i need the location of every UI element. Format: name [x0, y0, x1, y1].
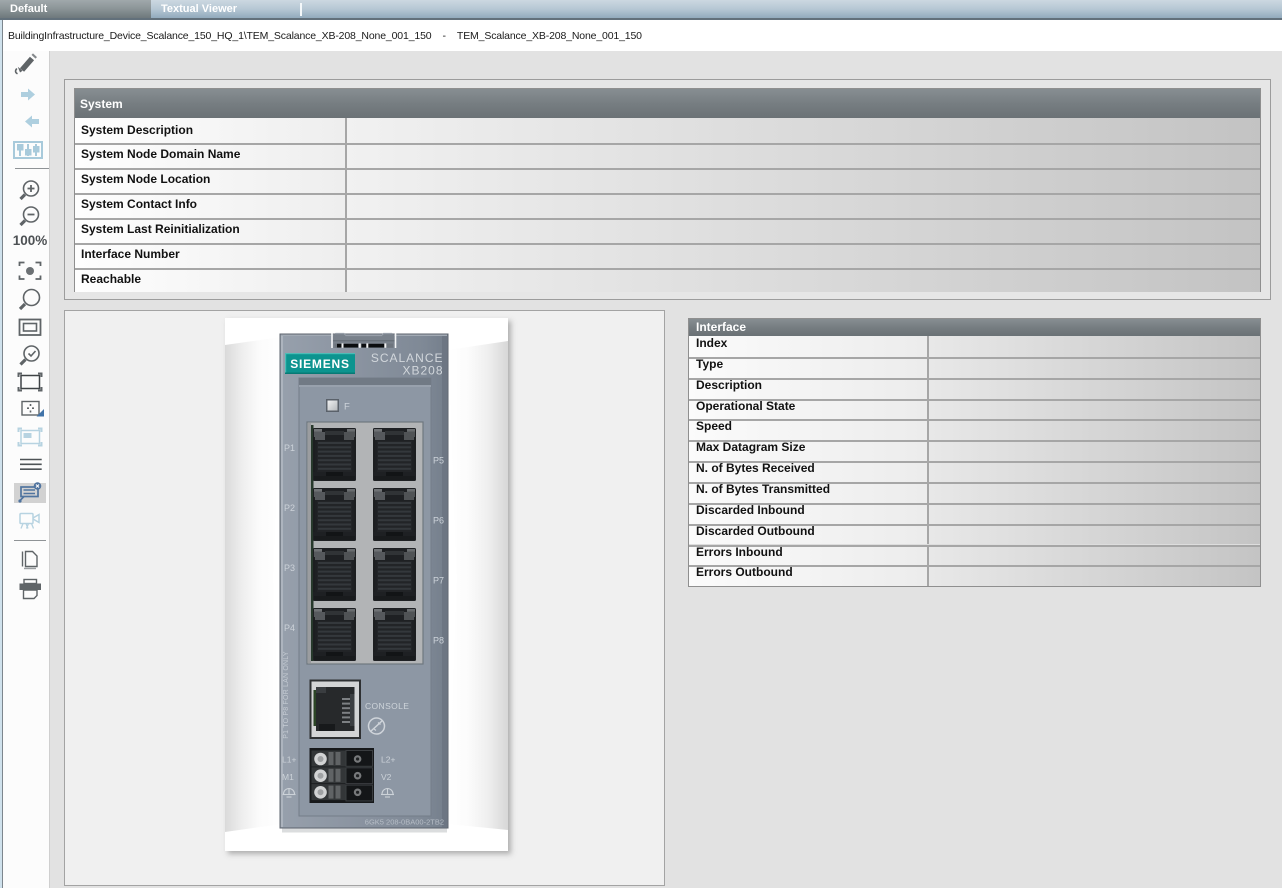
svg-text:6GK5 208-0BA00-2TB2: 6GK5 208-0BA00-2TB2	[365, 818, 444, 827]
svg-text:XB208: XB208	[402, 364, 443, 378]
svg-text:P6: P6	[433, 516, 444, 526]
svg-text:L1+: L1+	[282, 755, 296, 765]
svg-text:P4: P4	[284, 623, 295, 633]
svg-text:SIEMENS: SIEMENS	[290, 357, 350, 371]
svg-text:L2+: L2+	[381, 755, 395, 765]
svg-text:P5: P5	[433, 456, 444, 466]
svg-text:P2: P2	[284, 503, 295, 513]
svg-text:P8: P8	[433, 636, 444, 646]
svg-text:P1: P1	[284, 443, 295, 453]
svg-text:P3: P3	[284, 563, 295, 573]
svg-text:P7: P7	[433, 576, 444, 586]
svg-text:CONSOLE: CONSOLE	[365, 701, 409, 711]
svg-text:M1: M1	[282, 772, 294, 782]
svg-text:V2: V2	[381, 772, 392, 782]
svg-text:F: F	[344, 402, 350, 413]
svg-text:P1 TO P8 FOR LAN ONLY: P1 TO P8 FOR LAN ONLY	[283, 651, 290, 739]
